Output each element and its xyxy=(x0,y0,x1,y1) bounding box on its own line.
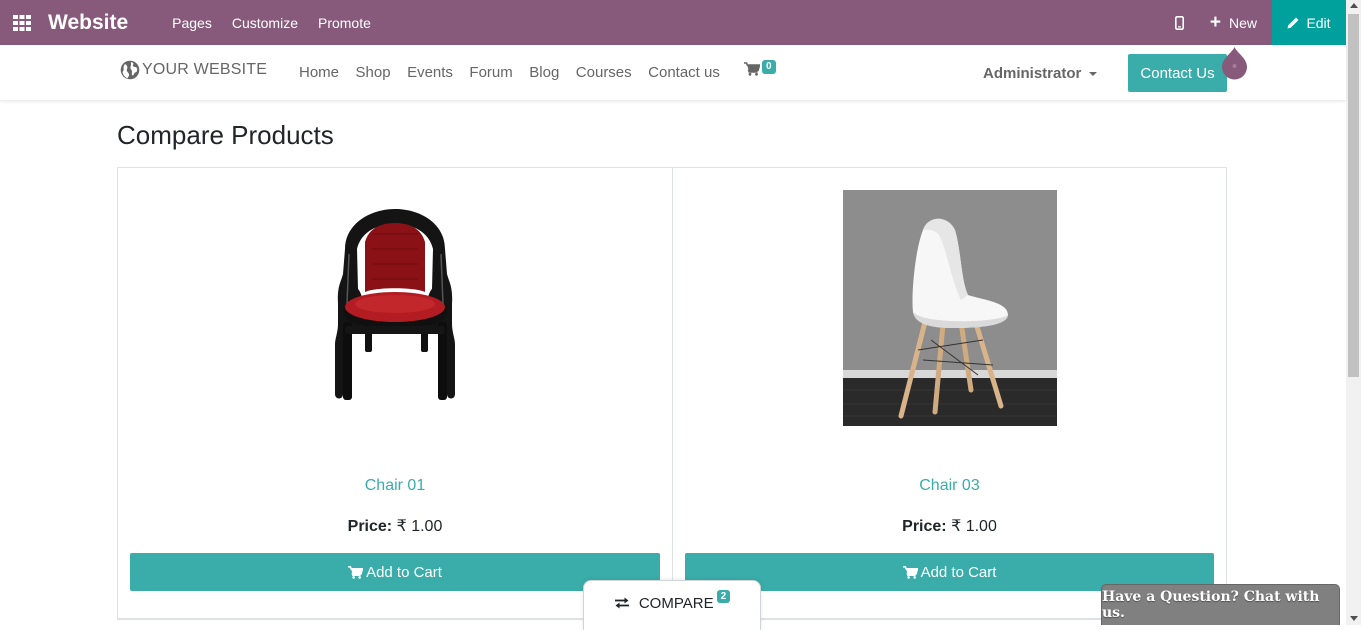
droplet-marker-icon xyxy=(1222,47,1247,80)
product-price: Price: ₹ 1.00 xyxy=(118,516,672,536)
nav-blog[interactable]: Blog xyxy=(529,64,559,81)
price-value: ₹ 1.00 xyxy=(946,518,997,535)
cart-link[interactable]: 0 xyxy=(744,60,776,81)
page-title: Compare Products xyxy=(117,120,334,150)
top-bar-actions: + New Edit xyxy=(1158,0,1346,45)
main-nav: Home Shop Events Forum Blog Courses Cont… xyxy=(299,64,736,81)
price-label: Price: xyxy=(902,518,947,535)
contact-us-button[interactable]: Contact Us xyxy=(1128,54,1227,92)
new-button[interactable]: + New xyxy=(1202,0,1272,45)
price-label: Price: xyxy=(347,518,393,535)
scroll-down-arrow-icon[interactable] xyxy=(1350,616,1358,621)
site-logo[interactable]: YOUR WEBSITE xyxy=(120,60,267,80)
page-scrollbar[interactable] xyxy=(1346,0,1361,625)
compare-count-badge: 2 xyxy=(716,590,731,603)
nav-home[interactable]: Home xyxy=(299,64,339,81)
compare-label: COMPARE xyxy=(638,595,714,612)
caret-down-icon xyxy=(1089,72,1098,77)
menu-customize[interactable]: Customize xyxy=(232,15,298,31)
scroll-thumb[interactable] xyxy=(1348,14,1359,377)
app-title: Website xyxy=(48,10,129,34)
nav-courses[interactable]: Courses xyxy=(576,64,632,81)
add-to-cart-label: Add to Cart xyxy=(366,563,442,581)
product-name-link[interactable]: Chair 01 xyxy=(118,477,672,495)
user-menu[interactable]: Administrator xyxy=(983,65,1098,82)
product-name-link[interactable]: Chair 03 xyxy=(673,477,1226,495)
product-column: Chair 01 Price: ₹ 1.00 Add to Cart xyxy=(118,168,672,618)
edit-label: Edit xyxy=(1306,14,1331,31)
pencil-icon xyxy=(1287,17,1299,28)
nav-events[interactable]: Events xyxy=(407,64,453,81)
scroll-up-arrow-icon[interactable] xyxy=(1350,3,1358,8)
admin-top-bar: Website Pages Customize Promote + New Ed… xyxy=(0,0,1346,45)
add-to-cart-button[interactable]: Add to Cart xyxy=(130,553,660,591)
product-image-chair-01[interactable] xyxy=(325,204,465,404)
exchange-arrows-icon xyxy=(614,597,629,609)
site-header: YOUR WEBSITE Home Shop Events Forum Blog… xyxy=(0,45,1346,101)
cart-count-badge: 0 xyxy=(762,60,776,74)
apps-menu-icon[interactable] xyxy=(0,0,44,45)
compare-products-table: Chair 01 Price: ₹ 1.00 Add to Cart Chair… xyxy=(117,167,1227,619)
product-column: Chair 03 Price: ₹ 1.00 Add to Cart xyxy=(672,168,1226,618)
edit-button[interactable]: Edit xyxy=(1272,0,1346,45)
nav-shop[interactable]: Shop xyxy=(356,64,391,81)
menu-pages[interactable]: Pages xyxy=(172,15,212,31)
globe-icon xyxy=(120,60,140,80)
user-name: Administrator xyxy=(983,65,1082,82)
logo-text: YOUR WEBSITE xyxy=(142,61,268,78)
live-chat-button[interactable]: Have a Question? Chat with us. xyxy=(1101,584,1340,625)
product-image-chair-03[interactable] xyxy=(842,190,1057,426)
compare-tab-button[interactable]: COMPARE 2 xyxy=(583,580,761,630)
mobile-preview-icon[interactable] xyxy=(1158,0,1202,45)
menu-promote[interactable]: Promote xyxy=(318,15,371,31)
price-value: ₹ 1.00 xyxy=(392,518,443,535)
nav-contact-us[interactable]: Contact us xyxy=(648,64,720,81)
nav-forum[interactable]: Forum xyxy=(469,64,512,81)
product-price: Price: ₹ 1.00 xyxy=(673,516,1226,536)
shopping-cart-icon xyxy=(744,62,761,76)
add-to-cart-label: Add to Cart xyxy=(920,563,997,581)
shopping-cart-icon xyxy=(348,565,364,579)
new-label: New xyxy=(1228,14,1257,31)
shopping-cart-icon xyxy=(902,565,918,579)
plus-icon: + xyxy=(1209,12,1221,33)
